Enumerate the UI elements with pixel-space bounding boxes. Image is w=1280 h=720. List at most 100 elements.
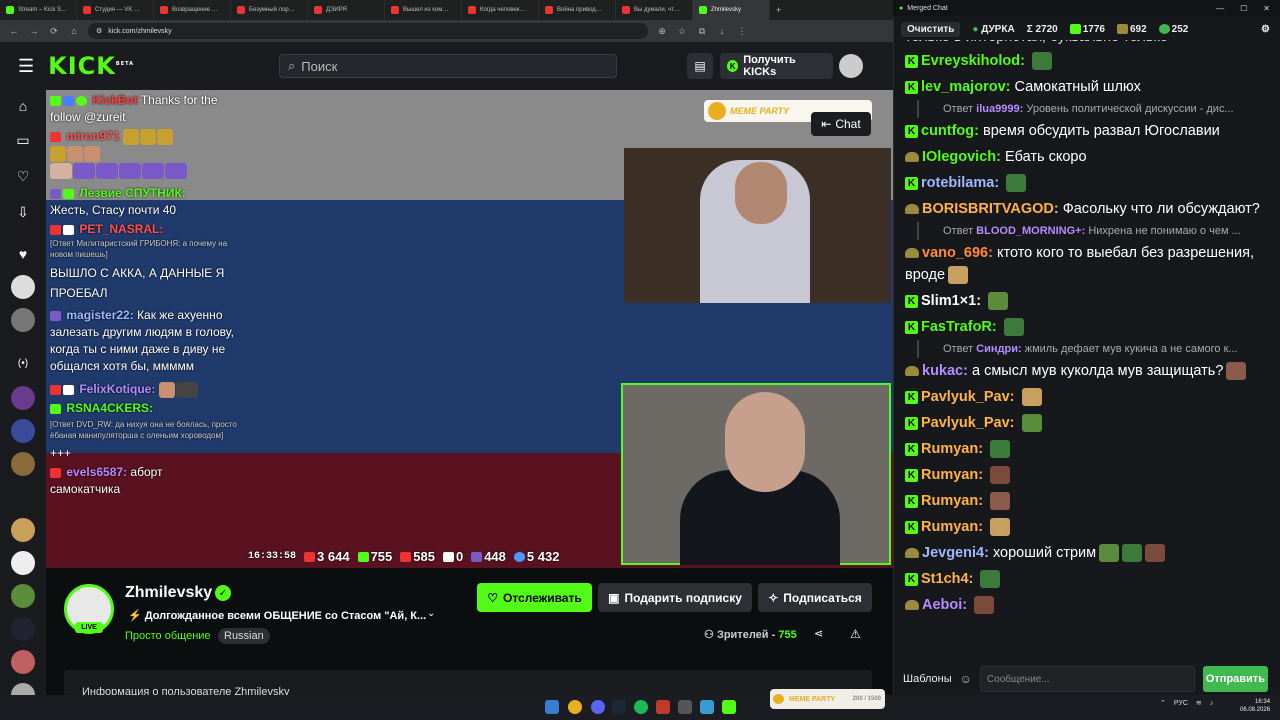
language-indicator[interactable]: РУС xyxy=(1174,700,1188,707)
system-clock[interactable]: 16:34 06.08.2026 xyxy=(1240,698,1270,714)
search-input[interactable]: ⌕ Поиск xyxy=(279,54,617,78)
chevron-up-icon[interactable]: ⌃ xyxy=(1160,699,1166,707)
chat-username[interactable]: vano_696: xyxy=(922,245,993,261)
chat-username[interactable]: IOlegovich: xyxy=(922,149,1001,165)
chat-username[interactable]: BORISBRITVAGOD: xyxy=(922,201,1059,217)
uploads-icon[interactable]: ⇩ xyxy=(12,204,34,226)
chat-username[interactable]: Pavlyuk_Pav: xyxy=(921,415,1015,431)
browser-tab[interactable]: Война привод… xyxy=(539,0,616,20)
recommended-channel-avatar[interactable] xyxy=(11,551,35,575)
browser-tab[interactable]: Вышел из ком… xyxy=(385,0,462,20)
browser-tab[interactable]: Zhmilevsky xyxy=(693,0,770,20)
kick-logo[interactable]: KICKBETA xyxy=(48,52,134,80)
user-avatar[interactable] xyxy=(839,54,863,78)
follow-button[interactable]: ♡ Отслеживать xyxy=(477,583,592,612)
emoji-icon[interactable]: ☺ xyxy=(960,672,972,686)
start-menu-icon[interactable] xyxy=(545,700,559,714)
chat-username[interactable]: Evreyskiholod: xyxy=(921,53,1025,69)
browse-button[interactable]: ▤ xyxy=(687,53,713,79)
chevron-down-icon[interactable]: ⌄ xyxy=(427,608,435,619)
new-tab-button[interactable]: + xyxy=(770,5,787,15)
chat-username[interactable]: lev_majorov: xyxy=(921,79,1010,95)
browser-tab[interactable]: Вы думали, чт… xyxy=(616,0,693,20)
chat-username[interactable]: Rumyan: xyxy=(921,519,983,535)
site-info-icon[interactable]: ⚙ xyxy=(96,27,102,35)
send-button[interactable]: Отправить xyxy=(1202,666,1268,692)
reply-username[interactable]: ilua9999: xyxy=(976,103,1023,115)
chat-username[interactable]: cuntfog: xyxy=(921,123,979,139)
chat-username[interactable]: Rumyan: xyxy=(921,467,983,483)
chat-username[interactable]: FasTrafoR: xyxy=(921,319,997,335)
browser-tab[interactable]: Stream – Kick S… xyxy=(0,0,77,20)
chat-username[interactable]: Pavlyuk_Pav: xyxy=(921,389,1015,405)
reply-username[interactable]: BLOOD_MORNING+: xyxy=(976,225,1085,237)
recommended-icon[interactable]: (•) xyxy=(12,358,34,380)
maximize-icon[interactable]: ☐ xyxy=(1240,4,1247,13)
chat-username[interactable]: St1ch4: xyxy=(921,571,973,587)
spotify-icon[interactable] xyxy=(634,700,648,714)
category-link[interactable]: Просто общение xyxy=(125,630,211,642)
browse-icon[interactable]: ▭ xyxy=(12,132,34,154)
browser-tab[interactable]: Возвращение … xyxy=(154,0,231,20)
message-input[interactable]: Сообщение... xyxy=(979,666,1195,692)
chat-username[interactable]: Jevgeni4: xyxy=(922,545,989,561)
recommended-channel-avatar[interactable] xyxy=(11,650,35,674)
get-kicks-button[interactable]: K Получить KICKs xyxy=(720,53,833,79)
reload-icon[interactable]: ⟳ xyxy=(48,26,60,37)
discord-icon[interactable] xyxy=(591,700,605,714)
favorites-icon[interactable]: ♥ xyxy=(12,246,34,268)
app-icon[interactable] xyxy=(656,700,670,714)
chat-username[interactable]: Rumyan: xyxy=(921,493,983,509)
reply-username[interactable]: Синдри: xyxy=(976,343,1021,355)
report-icon[interactable]: ⚠ xyxy=(850,627,861,641)
forward-icon[interactable]: → xyxy=(28,26,40,36)
language-tag[interactable]: Russian xyxy=(218,628,270,644)
recommended-channel-avatar[interactable] xyxy=(11,419,35,443)
share-icon[interactable]: ⋖ xyxy=(814,627,823,640)
recommended-channel-avatar[interactable] xyxy=(11,386,35,410)
minimize-icon[interactable]: — xyxy=(1216,4,1224,13)
chrome-icon[interactable] xyxy=(568,700,582,714)
browser-tab[interactable]: Когда человек… xyxy=(462,0,539,20)
channel-name[interactable]: Zhmilevsky xyxy=(125,584,212,602)
browser-tab[interactable]: Безумный лор… xyxy=(231,0,308,20)
volume-icon[interactable]: ♪ xyxy=(1210,700,1214,707)
followed-channel-avatar[interactable] xyxy=(11,308,35,332)
browser-tab[interactable]: Студия — VK … xyxy=(77,0,154,20)
app-icon[interactable] xyxy=(678,700,692,714)
following-icon[interactable]: ♡ xyxy=(12,168,34,190)
chat-username[interactable]: rotebilama: xyxy=(921,175,999,191)
recommended-channel-avatar[interactable] xyxy=(11,584,35,608)
back-icon[interactable]: ← xyxy=(8,26,20,36)
close-icon[interactable]: ✕ xyxy=(1263,4,1270,13)
home-icon[interactable]: ⌂ xyxy=(68,26,80,36)
bookmark-star-icon[interactable]: ☆ xyxy=(676,26,688,37)
download-icon[interactable]: ↓ xyxy=(716,26,728,36)
recommended-channel-avatar[interactable] xyxy=(11,452,35,476)
recommended-channel-avatar[interactable] xyxy=(11,518,35,542)
home-icon[interactable]: ⌂ xyxy=(12,98,34,120)
app-icon[interactable] xyxy=(722,700,736,714)
extensions-icon[interactable]: ⧉ xyxy=(696,26,708,37)
followed-channel-avatar[interactable] xyxy=(11,275,35,299)
subscribe-button[interactable]: ✧ Подписаться xyxy=(758,583,872,612)
wifi-icon[interactable]: ≋ xyxy=(1196,699,1202,707)
zoom-icon[interactable]: ⊕ xyxy=(656,26,668,37)
hamburger-menu-icon[interactable]: ☰ xyxy=(18,56,34,77)
chat-username[interactable]: Slim1×1: xyxy=(921,293,981,309)
recommended-channel-avatar[interactable] xyxy=(11,617,35,641)
settings-icon[interactable]: ⚙ xyxy=(1261,24,1270,35)
chat-username[interactable]: Rumyan: xyxy=(921,441,983,457)
chat-username[interactable]: kukac: xyxy=(922,363,968,379)
tab-label: Возвращение … xyxy=(172,7,218,13)
browser-tab[interactable]: ДЭИРЯ xyxy=(308,0,385,20)
templates-button[interactable]: Шаблоны xyxy=(903,673,952,685)
steam-icon[interactable] xyxy=(612,700,626,714)
chat-username[interactable]: Aeboi: xyxy=(922,597,967,613)
menu-dots-icon[interactable]: ⋮ xyxy=(736,26,748,37)
app-icon[interactable] xyxy=(700,700,714,714)
url-field[interactable]: ⚙ kick.com/zhmilevsky xyxy=(88,23,648,39)
show-chat-button[interactable]: ⇤ Chat xyxy=(811,112,871,136)
clear-chat-button[interactable]: Очистить xyxy=(901,21,961,37)
gift-subscription-button[interactable]: ▣ Подарить подписку xyxy=(598,583,752,612)
